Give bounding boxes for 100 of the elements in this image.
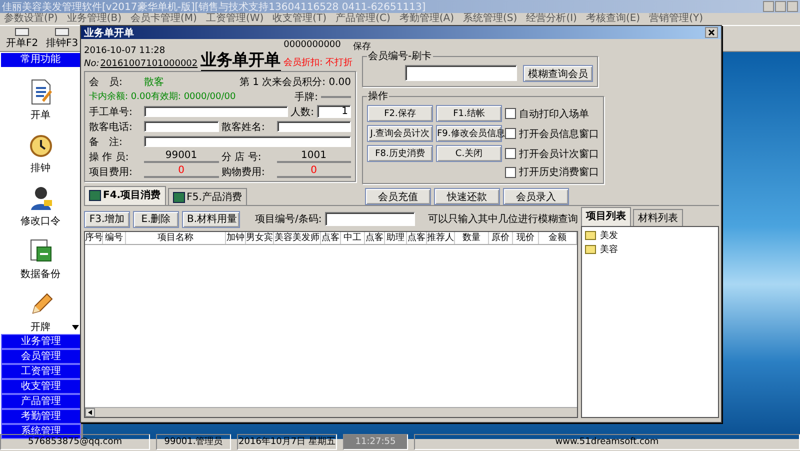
field-label: 备 注: (89, 136, 124, 148)
action-button[interactable]: F3.增加 (84, 210, 130, 228)
dialog-title: 业务单开单 (84, 26, 134, 40)
note-field[interactable] (144, 136, 351, 147)
tab[interactable]: 材料列表 (633, 209, 683, 226)
operator-value: 99001 (144, 150, 218, 163)
menu-item[interactable]: 业务管理(B) (66, 13, 122, 25)
menu-item[interactable]: 考勤管理(A) (399, 13, 454, 25)
field-label: 手牌: (294, 90, 318, 104)
member-action-button[interactable]: 会员录入 (503, 188, 569, 205)
order-number: 20161007101000002 (100, 59, 198, 69)
menu-item[interactable]: 工资管理(W) (206, 13, 264, 25)
discount-label: 会员折扣: 不打折 (284, 56, 354, 69)
field-label: 操 作 员: (89, 150, 130, 164)
sidebar-item[interactable]: 开单 (28, 78, 54, 122)
field-label: 会 员: (89, 76, 124, 88)
option-checkbox[interactable]: 打开历史消费窗口 (505, 165, 599, 179)
menu-item[interactable]: 营销管理(Y) (649, 13, 703, 25)
member-value: 散客 (144, 76, 165, 88)
status-field: www.51dreamsoft.com (414, 434, 800, 450)
operation-button[interactable]: C.关闭 (436, 145, 502, 162)
tab[interactable]: F5.产品消费 (168, 188, 247, 205)
option-checkbox[interactable]: 打开会员计次窗口 (505, 146, 599, 160)
sidebar-item[interactable]: 数据备份 (20, 237, 60, 281)
operation-button[interactable]: F1.结帐 (436, 105, 502, 122)
column-header: 美容美发师 (274, 232, 321, 244)
status-field: 99001.管理员 (156, 434, 231, 450)
category-button[interactable]: 产品管理 (1, 394, 81, 409)
order-datetime: 2016-10-07 11:28 (84, 46, 166, 56)
toolbar-button[interactable]: 开单F2 (4, 27, 40, 50)
menu-item[interactable]: 经营分析(I) (526, 13, 577, 25)
tree-item[interactable]: 美容 (585, 243, 715, 256)
column-header: 中工 (341, 232, 365, 244)
status-field: 576853875@qq.com (0, 434, 150, 450)
scroll-left-arrow-icon[interactable] (85, 408, 95, 417)
scroll-down-arrow-icon[interactable] (72, 325, 79, 330)
search-member-button[interactable]: 模糊查询会员 (523, 65, 593, 82)
member-action-button[interactable]: 快速还款 (434, 188, 500, 205)
order-code: 0000000000 (284, 40, 341, 52)
field-label: 手工单号: (89, 106, 134, 118)
group-title: 会员编号-刷卡 (367, 50, 433, 63)
column-header: 项目名称 (126, 232, 226, 244)
sidebar-item[interactable]: 开牌 (28, 290, 54, 334)
sidebar-item[interactable]: 修改口令 (20, 184, 60, 228)
people-field[interactable]: 1 (317, 105, 351, 118)
search-hint: 可以只输入其中几位进行模糊查询 (428, 212, 578, 226)
field-label: 购物费用: (222, 166, 266, 178)
name-field[interactable] (276, 121, 351, 132)
category-button[interactable]: 会员管理 (1, 349, 81, 364)
sidebar-header: 常用功能 (1, 53, 80, 67)
column-header: 金额 (539, 232, 577, 244)
operation-button[interactable]: F2.保存 (367, 105, 433, 122)
operation-button[interactable]: F8.历史消费 (367, 145, 433, 162)
branch-value: 1001 (276, 150, 351, 163)
category-button[interactable]: 业务管理 (1, 334, 81, 349)
column-header: 男女宾 (246, 232, 274, 244)
points-text: 第 1 次来会员积分: 0.00 (239, 76, 351, 88)
field-label: 分 店 号: (222, 150, 262, 164)
menu-item[interactable]: 参数设置(P) (4, 13, 58, 25)
option-checkbox[interactable]: 自动打印入场单 (505, 106, 599, 120)
category-button[interactable]: 考勤管理 (1, 409, 81, 424)
status-field: 11:27:55 (343, 434, 408, 450)
sidebar-item[interactable]: 排钟 (28, 131, 54, 175)
toolbar-button[interactable]: 排钟F3 (44, 27, 80, 50)
column-header: 点客 (407, 232, 427, 244)
operation-button[interactable]: J.查询会员计次 (367, 125, 433, 142)
category-button[interactable]: 工资管理 (1, 364, 81, 379)
manual-number-field[interactable] (144, 106, 288, 117)
column-header: 加钟 (226, 232, 246, 244)
field-label: 散客电话: (89, 120, 134, 134)
item-code-field[interactable] (324, 212, 415, 226)
column-header: 点客 (321, 232, 341, 244)
status-field: 2016年10月7日 星期五 (237, 434, 337, 450)
menu-item[interactable]: 考核查询(E) (586, 13, 640, 25)
tab[interactable]: 项目列表 (581, 207, 631, 226)
search-label: 项目编号/条码: (255, 212, 322, 226)
goods-fee-value: 0 (276, 165, 351, 178)
group-title: 操作 (367, 90, 389, 103)
tab[interactable]: F4.项目消费 (84, 186, 166, 205)
member-action-button[interactable]: 会员充值 (365, 188, 431, 205)
action-button[interactable]: B.材料用量 (182, 210, 240, 228)
card-number-field[interactable] (405, 65, 517, 81)
category-button[interactable]: 收支管理 (1, 379, 81, 394)
column-header: 编号 (103, 232, 126, 244)
phone-field[interactable] (144, 121, 218, 132)
tree-item[interactable]: 美发 (585, 229, 715, 242)
menu-item[interactable]: 会员卡管理(M) (130, 13, 197, 25)
field-label: 散客姓名: (222, 120, 266, 134)
action-button[interactable]: E.删除 (133, 210, 179, 228)
form-heading: 业务单开单 (200, 50, 281, 71)
app-title: 佳丽美容美发管理软件[v2017豪华单机-版][销售与技术支持13604116528 0411-62651113] (2, 0, 426, 13)
column-header: 点客 (365, 232, 385, 244)
column-header: 现价 (513, 232, 539, 244)
item-fee-value: 0 (144, 165, 218, 178)
column-header: 序号 (85, 232, 103, 244)
field-label: 人数: (290, 106, 314, 118)
option-checkbox[interactable]: 打开会员信息窗口 (505, 126, 599, 140)
menu-item[interactable]: 收支管理(T) (272, 13, 327, 25)
save-label: 保存 (352, 40, 371, 52)
field-label: 项目费用: (89, 166, 134, 178)
